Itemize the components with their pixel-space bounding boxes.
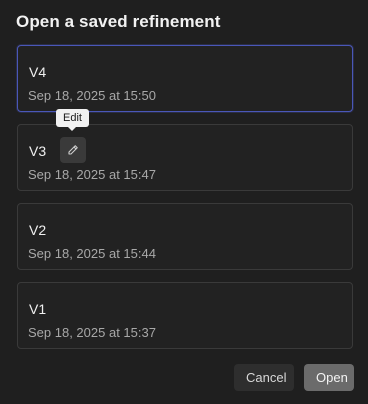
refinement-list: V4 Sep 18, 2025 at 15:50 V3 Sep 18, 2025…	[17, 45, 353, 361]
open-refinement-dialog: Open a saved refinement V4 Sep 18, 2025 …	[0, 0, 368, 404]
cancel-button[interactable]: Cancel	[234, 364, 294, 391]
edit-tooltip: Edit	[56, 109, 89, 131]
refinement-card-v4[interactable]: V4 Sep 18, 2025 at 15:50	[17, 45, 353, 112]
refinement-card-v2[interactable]: V2 Sep 18, 2025 at 15:44	[17, 203, 353, 270]
refinement-name: V3	[29, 143, 47, 159]
refinement-date: Sep 18, 2025 at 15:50	[28, 88, 156, 103]
refinement-date: Sep 18, 2025 at 15:44	[28, 246, 156, 261]
refinement-date: Sep 18, 2025 at 15:37	[28, 325, 156, 340]
pencil-icon	[68, 145, 78, 155]
refinement-card-v3[interactable]: V3 Sep 18, 2025 at 15:47	[17, 124, 353, 191]
open-button[interactable]: Open	[304, 364, 354, 391]
refinement-name: V1	[29, 301, 47, 317]
refinement-card-v1[interactable]: V1 Sep 18, 2025 at 15:37	[17, 282, 353, 349]
refinement-name: V2	[29, 222, 47, 238]
edit-button[interactable]	[60, 137, 86, 163]
dialog-footer: Cancel Open	[234, 364, 354, 391]
refinement-name: V4	[29, 64, 47, 80]
dialog-title: Open a saved refinement	[16, 12, 221, 31]
refinement-date: Sep 18, 2025 at 15:47	[28, 167, 156, 182]
